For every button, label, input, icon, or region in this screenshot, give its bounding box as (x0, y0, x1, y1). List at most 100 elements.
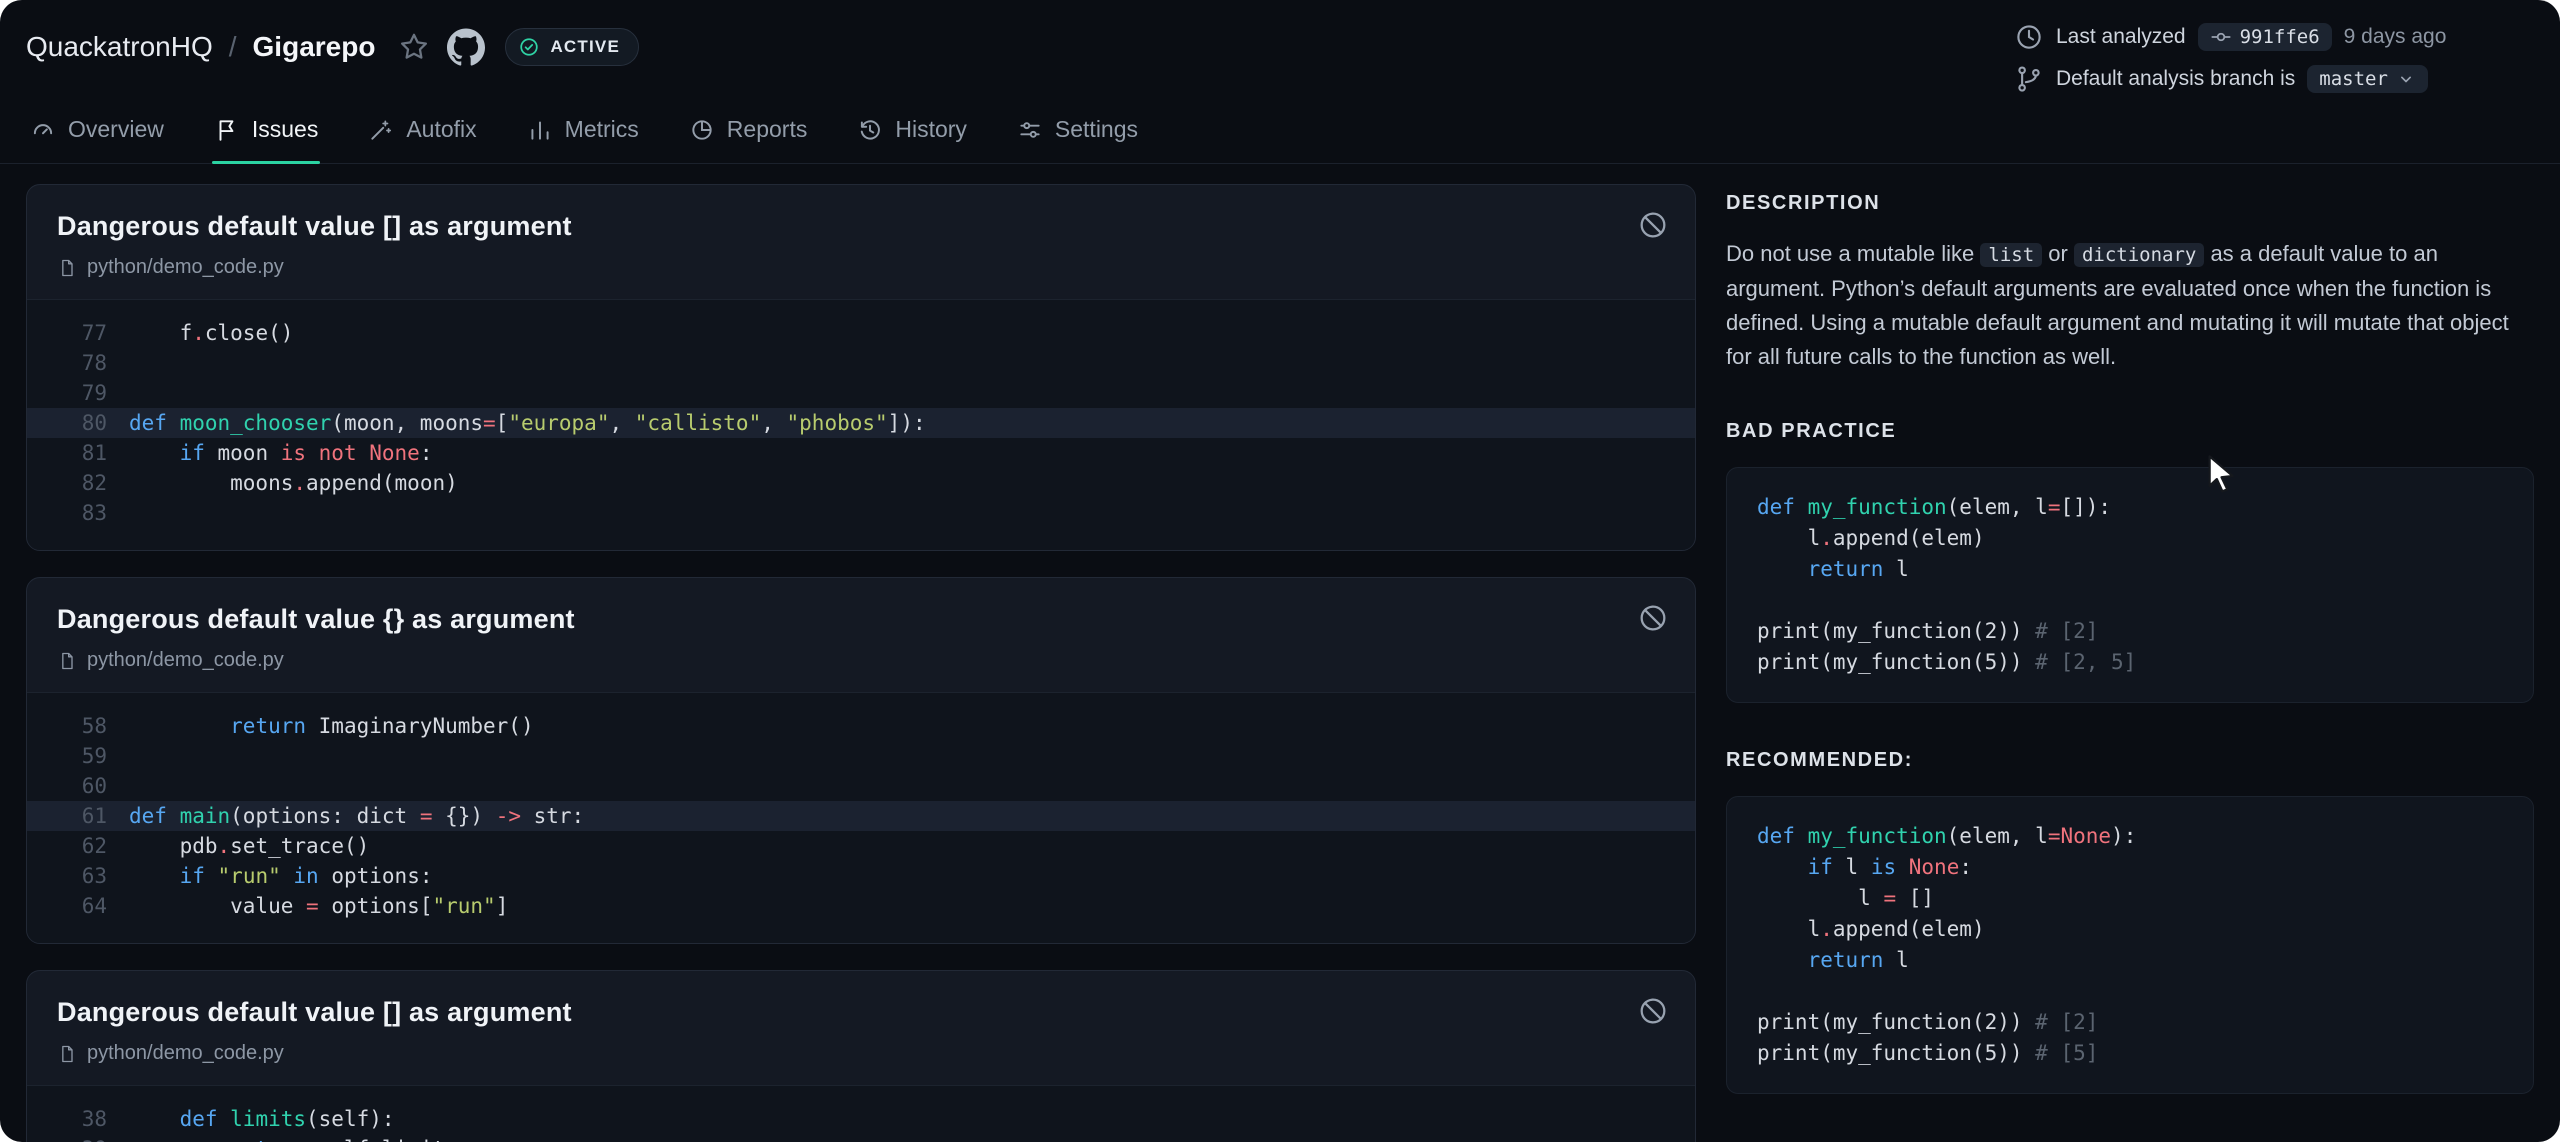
code-token: -> (496, 804, 521, 828)
code-token: l (1833, 855, 1871, 879)
code-token: l (1757, 886, 1883, 910)
code-line: 78 (27, 348, 1695, 378)
code-token: str: (521, 804, 584, 828)
org-name[interactable]: QuackatronHQ (26, 31, 213, 63)
code-line: 77 f.close() (27, 318, 1695, 348)
clock-icon (2014, 22, 2044, 52)
issue-description: Do not use a mutable like list or dictio… (1726, 237, 2534, 374)
line-number: 64 (27, 891, 107, 921)
issue-card-header: Dangerous default value [] as argumentpy… (27, 185, 1695, 299)
code-text (107, 378, 129, 408)
code-token (205, 864, 218, 888)
code-text: return l (1757, 945, 1909, 976)
code-text: if l is None: (1757, 852, 1972, 883)
code-token: "europa" (508, 411, 609, 435)
issue-file-path: python/demo_code.py (87, 649, 284, 672)
code-text: l.append(elem) (1757, 914, 1985, 945)
code-line: l.append(elem) (1757, 914, 2503, 945)
tab-history[interactable]: History (855, 106, 969, 163)
code-text: return l (1757, 554, 1909, 585)
code-token: = (2048, 495, 2061, 519)
code-token: "callisto" (635, 411, 761, 435)
description-text: or (2042, 241, 2074, 266)
commit-icon (2210, 26, 2232, 48)
commit-pill[interactable]: 991ffe6 (2198, 23, 2332, 51)
code-token: (elem, l (1947, 495, 2048, 519)
ignore-issue-button[interactable] (1637, 209, 1669, 244)
bad-practice-section: BAD PRACTICE def my_function(elem, l=[])… (1726, 420, 2534, 703)
code-token: = (420, 804, 433, 828)
description-text: Do not use a mutable like (1726, 241, 1980, 266)
code-line: if l is None: (1757, 852, 2503, 883)
file-icon (57, 651, 77, 671)
header-meta: Last analyzed 991ffe6 9 days ago Default… (2014, 18, 2534, 94)
code-text: print(my_function(5)) # [5] (1757, 1038, 2098, 1069)
code-token (1757, 948, 1808, 972)
code-text: return self.limits (107, 1134, 458, 1142)
tab-overview[interactable]: Overview (28, 106, 166, 163)
code-text: l.append(elem) (1757, 523, 1985, 554)
line-number: 62 (27, 831, 107, 861)
code-token: print(my_function(5)) (1757, 650, 2035, 674)
code-token: l (1757, 917, 1820, 941)
code-token: print(my_function(2)) (1757, 1010, 2035, 1034)
tab-metrics[interactable]: Metrics (525, 106, 641, 163)
code-token: : (1959, 855, 1972, 879)
branch-selector[interactable]: master (2307, 65, 2428, 93)
code-text (107, 741, 129, 771)
tab-settings[interactable]: Settings (1015, 106, 1140, 163)
line-number: 60 (27, 771, 107, 801)
code-token: [ (496, 411, 509, 435)
code-line: print(my_function(2)) # [2] (1757, 616, 2503, 647)
tab-label: Reports (727, 116, 808, 143)
code-line: 38 def limits(self): (27, 1104, 1695, 1134)
code-token: . (192, 321, 205, 345)
ban-icon (1637, 209, 1669, 241)
code-line: print(my_function(2)) # [2] (1757, 1007, 2503, 1038)
github-icon[interactable] (447, 28, 485, 66)
line-number: 83 (27, 498, 107, 528)
code-token: moons (129, 471, 293, 495)
recommended-code: def my_function(elem, l=None): if l is N… (1726, 796, 2534, 1094)
issue-file-path: python/demo_code.py (87, 1042, 284, 1065)
code-token: if (180, 864, 205, 888)
code-token: def (129, 804, 180, 828)
ignore-issue-button[interactable] (1637, 995, 1669, 1030)
app-header: QuackatronHQ / Gigarepo ACTIVE Last anal… (0, 0, 2560, 164)
issue-file: python/demo_code.py (57, 256, 1665, 279)
code-line: 80def moon_chooser(moon, moons=["europa"… (27, 408, 1695, 438)
code-token: def (180, 1107, 231, 1131)
code-token: def (1757, 824, 1808, 848)
code-token: # [2, 5] (2035, 650, 2136, 674)
code-token: value (129, 894, 306, 918)
recommended-heading: RECOMMENDED: (1726, 749, 2534, 772)
code-token: {}) (432, 804, 495, 828)
code-text (107, 498, 129, 528)
ignore-issue-button[interactable] (1637, 602, 1669, 637)
code-token: [] (1896, 886, 1934, 910)
line-number: 63 (27, 861, 107, 891)
breadcrumb-separator: / (229, 31, 237, 63)
history-icon (857, 117, 883, 143)
tab-reports[interactable]: Reports (687, 106, 810, 163)
issue-card: Dangerous default value [] as argumentpy… (26, 184, 1696, 551)
code-token: , (761, 411, 786, 435)
code-text: def moon_chooser(moon, moons=["europa", … (107, 408, 926, 438)
tab-issues[interactable]: Issues (212, 106, 320, 163)
code-token: (self): (306, 1107, 395, 1131)
branch-row: Default analysis branch is master (2014, 64, 2428, 94)
star-icon[interactable] (397, 30, 431, 64)
code-text: moons.append(moon) (107, 468, 458, 498)
pie-icon (689, 117, 715, 143)
tab-autofix[interactable]: Autofix (366, 106, 478, 163)
recommended-section: RECOMMENDED: def my_function(elem, l=Non… (1726, 749, 2534, 1094)
code-token: ImaginaryNumber() (306, 714, 534, 738)
tab-label: Issues (252, 116, 318, 143)
code-token (129, 1137, 230, 1142)
code-line: l.append(elem) (1757, 523, 2503, 554)
file-icon (57, 258, 77, 278)
code-token: (options: dict (230, 804, 420, 828)
code-token: print(my_function(2)) (1757, 619, 2035, 643)
code-token (357, 441, 370, 465)
code-token: return (1808, 948, 1884, 972)
